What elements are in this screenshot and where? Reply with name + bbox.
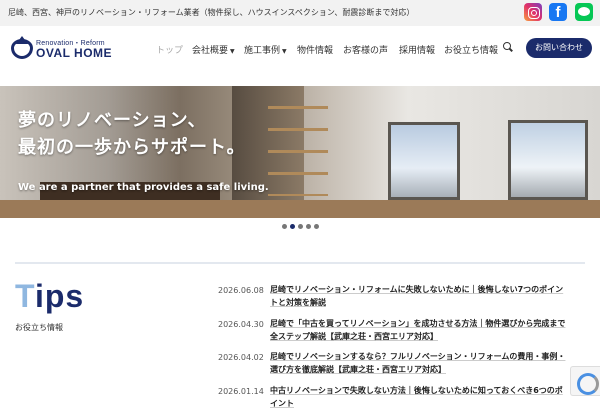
slider-dot[interactable]: [298, 224, 303, 229]
nav-tips[interactable]: お役立ち情報: [444, 43, 498, 56]
nav-recruit[interactable]: 採用情報: [399, 43, 435, 56]
search-icon[interactable]: [503, 42, 513, 52]
site-header: Renovation・Reform OVAL HOME トップ 会社概要 ▼ 施工…: [0, 26, 600, 74]
logo-name: OVAL HOME: [36, 46, 113, 60]
post-title-link[interactable]: 尼崎で「中古を買ってリノベーション」を成功させる方法｜物件選びから完成まで全ステ…: [270, 317, 570, 343]
section-divider: [15, 262, 585, 264]
chevron-down-icon: ▼: [282, 48, 287, 55]
site-tagline: 尼崎、西宮、神戸のリノベーション・リフォーム業者（物件探し、ハウスインスペクショ…: [8, 8, 415, 17]
slider-dot[interactable]: [306, 224, 311, 229]
hero-tagline: We are a partner that provides a safe li…: [18, 182, 269, 193]
nav-voices[interactable]: お客様の声: [343, 43, 388, 56]
post-date: 2026.06.08: [218, 286, 264, 295]
post-title-link[interactable]: 尼崎でリノベーションするなら？フルリノベーション・リフォームの費用・事例・選び方…: [270, 350, 570, 376]
chevron-down-icon: ▼: [230, 48, 235, 55]
hero-slider[interactable]: 夢のリノベーション、 最初の一歩からサポート。 We are a partner…: [0, 86, 600, 218]
line-icon[interactable]: [575, 3, 593, 21]
contact-button[interactable]: お問い合わせ: [526, 38, 592, 58]
nav-properties[interactable]: 物件情報: [297, 43, 333, 56]
top-bar: 尼崎、西宮、神戸のリノベーション・リフォーム業者（物件探し、ハウスインスペクショ…: [0, 0, 600, 26]
recaptcha-badge[interactable]: [570, 366, 600, 396]
slider-dot[interactable]: [314, 224, 319, 229]
post-date: 2026.04.30: [218, 320, 264, 329]
hero-photo-window: [388, 122, 460, 200]
hero-headline-line2: 最初の一歩からサポート。: [18, 137, 246, 158]
hero-photo-floor: [0, 200, 600, 218]
instagram-icon[interactable]: [524, 3, 542, 21]
logo[interactable]: Renovation・Reform OVAL HOME: [11, 36, 112, 64]
nav-works[interactable]: 施工事例 ▼: [244, 43, 287, 56]
tips-heading: Tips: [15, 278, 85, 314]
nav-top[interactable]: トップ: [156, 43, 183, 56]
facebook-icon[interactable]: f: [549, 3, 567, 21]
hero-headline-line1: 夢のリノベーション、: [18, 110, 207, 131]
tips-subtitle: お役立ち情報: [15, 323, 63, 332]
hero-photo-shelf: [268, 106, 328, 196]
nav-company[interactable]: 会社概要 ▼: [192, 43, 235, 56]
post-title-link[interactable]: 尼崎でリノベーション・リフォームに失敗しないために｜後悔しない7つのポイントと対…: [270, 283, 570, 309]
slider-dot[interactable]: [282, 224, 287, 229]
hero-photo-window: [508, 120, 588, 200]
post-date: 2026.01.14: [218, 387, 264, 396]
post-date: 2026.04.02: [218, 353, 264, 362]
slider-dot[interactable]: [290, 224, 295, 229]
post-title-link[interactable]: 中古リノベーションで失敗しない方法｜後悔しないために知っておくべき6つのポイント: [270, 384, 570, 410]
